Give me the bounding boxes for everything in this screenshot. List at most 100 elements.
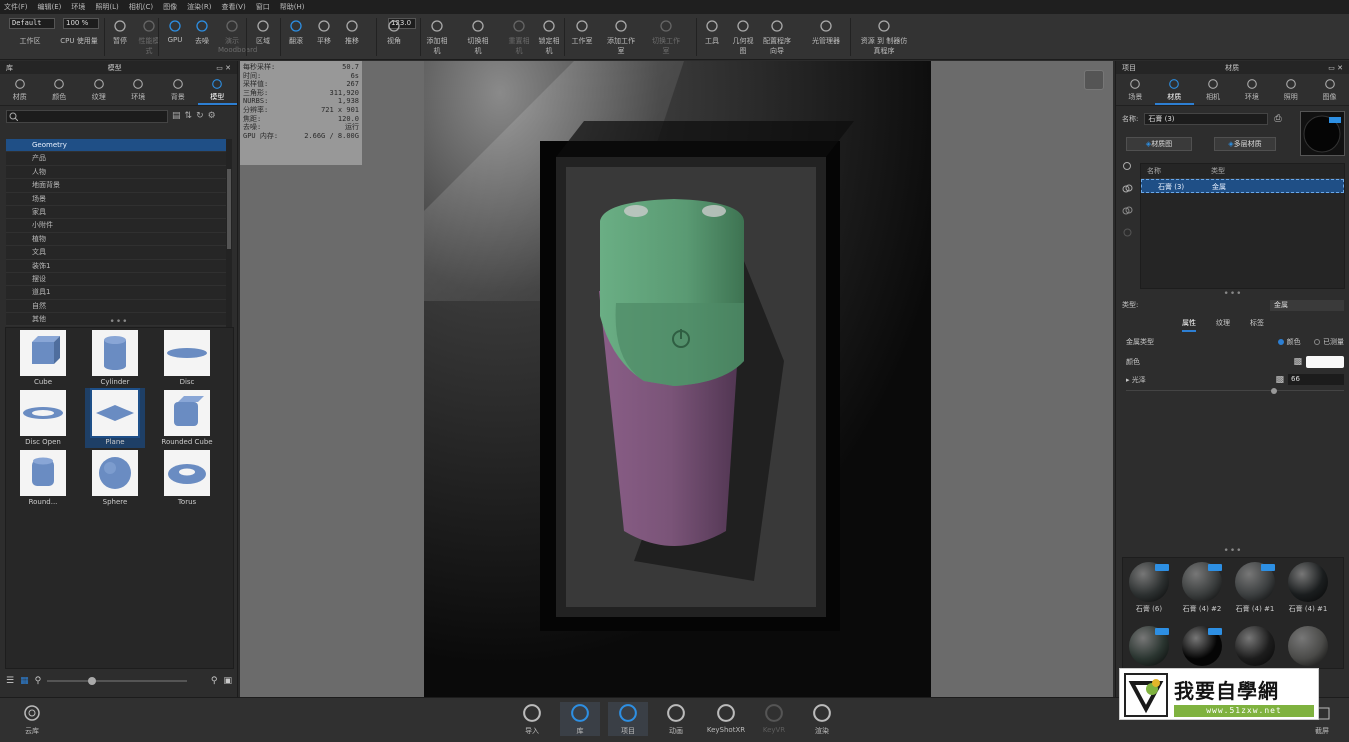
toolbar-button[interactable]: 暂停 <box>108 17 132 57</box>
model-tile[interactable]: Torus <box>157 448 217 508</box>
folder-options-icon[interactable]: ▤ <box>172 111 181 121</box>
model-tile[interactable]: Round... <box>13 448 73 508</box>
roughness-label[interactable]: ▸ 光泽 <box>1126 375 1146 385</box>
texture-map-icon[interactable]: ▩ <box>1293 357 1302 367</box>
menu-item[interactable]: 编辑(E) <box>38 2 62 12</box>
color-swatch[interactable] <box>1306 356 1344 368</box>
menu-item[interactable]: 帮助(H) <box>280 2 305 12</box>
toolbar-button[interactable]: 切换相机 <box>465 17 491 57</box>
library-tab[interactable]: 材质 <box>0 74 40 105</box>
material-name-input[interactable]: 石膏 (3) <box>1144 113 1269 125</box>
bottom-bar-button[interactable]: KeyShotXR <box>706 702 746 734</box>
folder-item[interactable]: 文具 <box>6 246 226 260</box>
duplicate-icon[interactable] <box>1122 205 1133 216</box>
splitter-handle[interactable]: ••• <box>1116 546 1349 556</box>
folder-item[interactable]: 人物 <box>6 165 226 180</box>
folder-icon[interactable]: ▣ <box>223 676 232 686</box>
folder-item[interactable]: 小附件 <box>6 219 226 233</box>
toolbar-button[interactable]: 视角 <box>382 17 406 57</box>
sort-icon[interactable]: ⇅ <box>185 111 193 121</box>
render-region-icon[interactable] <box>1084 70 1104 90</box>
panel-window-controls-icon[interactable]: ▭ ✕ <box>216 64 231 72</box>
toolbar-button[interactable]: 演示 Moodboard <box>218 17 257 57</box>
splitter-handle[interactable]: ••• <box>0 317 238 327</box>
toolbar-button[interactable]: GPU <box>164 17 186 57</box>
library-tab[interactable]: 颜色 <box>40 74 80 105</box>
folder-item[interactable]: 场景 <box>6 192 226 206</box>
folder-item[interactable]: 装饰1 <box>6 259 226 273</box>
library-tab[interactable]: 纹理 <box>79 74 119 105</box>
model-tile[interactable]: Cylinder <box>85 328 145 388</box>
library-tab[interactable]: 背景 <box>158 74 198 105</box>
texture-map-icon[interactable]: ▩ <box>1275 375 1284 385</box>
toolbar-button[interactable]: 资源 到 制器仿真程序 <box>858 17 910 57</box>
material-ball[interactable] <box>1288 562 1328 602</box>
panel-window-controls-icon[interactable]: ▭ ✕ <box>1328 64 1343 72</box>
link-icon[interactable] <box>1122 183 1133 194</box>
toolbar-button[interactable]: 工具 <box>700 17 724 57</box>
toolbar-button[interactable]: 推移 <box>340 17 364 57</box>
column-name[interactable]: 名称 <box>1141 164 1211 178</box>
project-tab[interactable]: 照明 <box>1271 74 1310 105</box>
cloud-library-button[interactable]: 云库 <box>12 702 52 736</box>
model-tile[interactable]: Cube <box>13 328 73 388</box>
property-tab[interactable]: 属性 <box>1182 318 1196 332</box>
list-view-icon[interactable]: ☰ <box>6 676 14 686</box>
toolbar-button[interactable]: 翻滚 <box>284 17 308 57</box>
refresh-icon[interactable]: ↻ <box>196 111 204 121</box>
folder-item[interactable]: 植物 <box>6 232 226 247</box>
metal-measured-radio[interactable]: 已测量 <box>1314 338 1344 346</box>
roughness-slider-knob[interactable] <box>1271 388 1278 394</box>
column-type[interactable]: 类型 <box>1211 164 1344 178</box>
bottom-bar-button[interactable]: KeyVR <box>754 702 794 734</box>
settings-icon[interactable]: ⚙ <box>208 111 216 121</box>
toolbar-button[interactable]: 添加相机 <box>424 17 450 57</box>
folder-item[interactable]: 自然 <box>6 299 226 314</box>
toolbar-button[interactable]: 重置相机 <box>506 17 532 57</box>
toolbar-button[interactable]: 几何视图 <box>730 17 756 57</box>
roughness-slider[interactable] <box>1126 388 1344 394</box>
project-tab[interactable]: 材质 <box>1154 74 1194 105</box>
folder-item[interactable]: 摆设 <box>6 272 226 287</box>
model-tile[interactable]: Plane <box>85 388 145 448</box>
menu-item[interactable]: 环境 <box>71 2 85 12</box>
project-tab[interactable]: 环境 <box>1232 74 1271 105</box>
thumbnail-size-slider[interactable] <box>47 677 188 685</box>
toolbar-button[interactable]: 切换工作室 <box>650 17 682 57</box>
material-preview[interactable] <box>1300 111 1345 156</box>
material-ball[interactable] <box>1235 626 1275 666</box>
folder-item[interactable]: Geometry <box>6 139 226 153</box>
zoom-out-icon[interactable]: ⚲ <box>35 676 42 686</box>
model-tile[interactable]: Disc Open <box>13 388 73 448</box>
model-tile[interactable]: Disc <box>157 328 217 388</box>
bottom-bar-button[interactable]: 动画 <box>656 702 696 736</box>
menu-item[interactable]: 相机(C) <box>129 2 153 12</box>
menu-item[interactable]: 文件(F) <box>4 2 28 12</box>
material-row[interactable]: 石膏 (3) 金属 <box>1141 179 1344 193</box>
render-image[interactable] <box>424 61 931 697</box>
model-tile[interactable]: Rounded Cube <box>157 388 217 448</box>
property-tab[interactable]: 纹理 <box>1216 318 1230 332</box>
folder-item[interactable]: 道具1 <box>6 286 226 300</box>
metal-color-radio[interactable]: 颜色 <box>1277 338 1301 346</box>
bottom-bar-button[interactable]: 项目 <box>608 702 648 736</box>
unlink-icon[interactable] <box>1122 227 1133 238</box>
zoom-in-icon[interactable]: ⚲ <box>211 676 218 686</box>
project-tab[interactable]: 场景 <box>1116 74 1155 105</box>
material-ball[interactable] <box>1288 626 1328 666</box>
multi-material-button[interactable]: ◈多层材质 <box>1214 137 1276 151</box>
grid-view-icon[interactable]: ▦ <box>20 676 29 686</box>
menu-item[interactable]: 图像 <box>163 2 177 12</box>
toolbar-button[interactable]: 添加工作室 <box>606 17 636 57</box>
project-tab[interactable]: 图像 <box>1310 74 1349 105</box>
search-icon[interactable] <box>1122 161 1133 172</box>
library-tab[interactable]: 模型 <box>197 74 237 105</box>
toolbar-button[interactable]: 光管理器 <box>808 17 844 57</box>
library-search-input[interactable] <box>6 109 168 123</box>
toolbar-button[interactable]: 工作室 <box>568 17 596 57</box>
material-type-select[interactable]: 金属 <box>1270 300 1344 311</box>
property-tab[interactable]: 标签 <box>1250 318 1264 332</box>
bottom-bar-button[interactable]: 导入 <box>512 702 552 736</box>
bottom-bar-button[interactable]: 库 <box>560 702 600 736</box>
menu-item[interactable]: 窗口 <box>256 2 270 12</box>
